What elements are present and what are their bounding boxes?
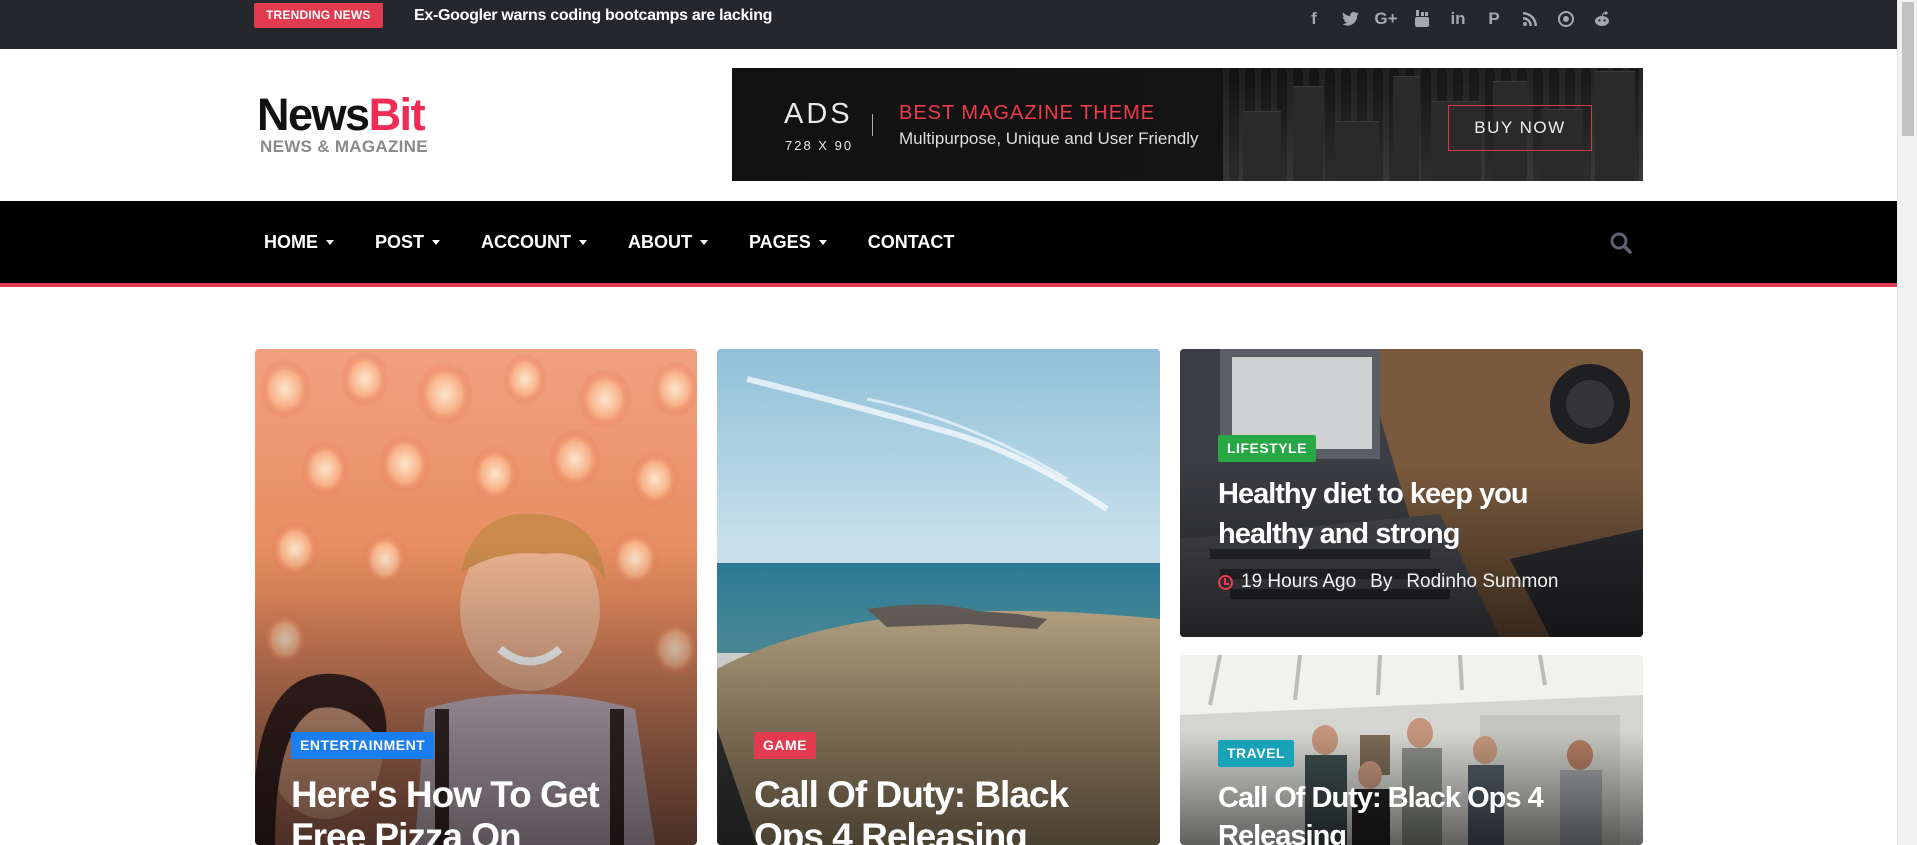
github-icon[interactable] <box>1548 7 1584 31</box>
nav-item-account[interactable]: ACCOUNT <box>481 231 588 253</box>
nav-item-post[interactable]: POST <box>375 231 441 253</box>
google-plus-icon[interactable]: G+ <box>1368 7 1404 31</box>
post-title-line: healthy and strong <box>1218 518 1460 550</box>
ad-size-label: ADS <box>784 98 853 130</box>
featured-post-card[interactable]: TRAVEL Call Of Duty: Black Ops 4 Releasi… <box>1180 655 1643 845</box>
nav-item-label: ABOUT <box>628 232 693 252</box>
search-icon[interactable] <box>1610 232 1632 254</box>
ad-divider <box>872 114 873 136</box>
post-title[interactable]: Here's How To Get Free Pizza On <box>291 774 600 845</box>
nav-item-about[interactable]: ABOUT <box>628 231 709 253</box>
pinterest-icon[interactable]: P <box>1476 7 1512 31</box>
trending-label: TRENDING NEWS <box>254 3 383 28</box>
site-logo[interactable]: NewsBit NEWS & MAGAZINE <box>257 89 428 156</box>
featured-post-card[interactable]: ENTERTAINMENT Here's How To Get Free Piz… <box>255 349 697 845</box>
post-time: 19 Hours Ago <box>1241 571 1357 592</box>
post-title[interactable]: Call Of Duty: Black Ops 4 Releasing <box>754 774 1069 845</box>
youtube-icon[interactable] <box>1404 7 1440 31</box>
reddit-icon[interactable] <box>1584 7 1620 31</box>
nav-item-pages[interactable]: PAGES <box>749 231 827 253</box>
post-title-line: Ops 4 Releasing <box>754 816 1028 845</box>
nav-item-label: ACCOUNT <box>481 232 572 252</box>
ad-subline: Multipurpose, Unique and User Friendly <box>899 129 1199 148</box>
buy-now-button[interactable]: BUY NOW <box>1448 105 1592 151</box>
post-title-line: Releasing <box>1218 820 1347 845</box>
post-title-line: Free Pizza On <box>291 816 522 845</box>
caret-down-icon <box>579 239 588 245</box>
post-meta: 19 Hours Ago By Rodinho Summon <box>1218 571 1558 593</box>
social-links: f G+ in P <box>1296 7 1620 31</box>
post-title-line: Call Of Duty: Black <box>754 774 1069 815</box>
facebook-icon[interactable]: f <box>1296 7 1332 31</box>
logo-text-news: News <box>257 89 370 140</box>
scrollbar-thumb[interactable] <box>1902 2 1914 136</box>
post-by: By <box>1370 571 1393 592</box>
post-title[interactable]: Call Of Duty: Black Ops 4 Releasing <box>1218 779 1544 845</box>
logo-text-bit: Bit <box>368 89 426 140</box>
category-badge[interactable]: GAME <box>754 732 816 759</box>
category-badge[interactable]: LIFESTYLE <box>1218 435 1316 462</box>
caret-down-icon <box>326 239 334 245</box>
nav-item-label: PAGES <box>749 232 811 252</box>
category-badge[interactable]: TRAVEL <box>1218 740 1294 767</box>
post-title-line: Healthy diet to keep you <box>1218 478 1529 510</box>
category-badge[interactable]: ENTERTAINMENT <box>291 732 435 759</box>
clock-icon <box>1218 574 1233 590</box>
ad-banner[interactable]: ADS 728 X 90 BEST MAGAZINE THEME Multipu… <box>732 68 1643 181</box>
trending-headline-link[interactable]: Ex-Googler warns coding bootcamps are la… <box>414 6 772 26</box>
post-title-line: Here's How To Get <box>291 774 600 815</box>
ad-headline: BEST MAGAZINE THEME <box>899 102 1156 124</box>
nav-item-contact[interactable]: CONTACT <box>868 231 955 253</box>
caret-down-icon <box>700 239 709 245</box>
post-title[interactable]: Healthy diet to keep you healthy and str… <box>1218 474 1529 554</box>
ad-size-dims: 728 X 90 <box>785 138 854 153</box>
rss-icon[interactable] <box>1512 7 1548 31</box>
caret-down-icon <box>818 239 827 245</box>
twitter-icon[interactable] <box>1332 7 1368 31</box>
nav-item-label: HOME <box>264 232 318 252</box>
caret-down-icon <box>432 239 441 245</box>
linkedin-icon[interactable]: in <box>1440 7 1476 31</box>
post-title-line: Call Of Duty: Black Ops 4 <box>1218 782 1544 814</box>
nav-item-home[interactable]: HOME <box>264 231 334 253</box>
top-bar: TRENDING NEWS Ex-Googler warns coding bo… <box>0 0 1897 49</box>
featured-post-card[interactable]: GAME Call Of Duty: Black Ops 4 Releasing <box>717 349 1160 845</box>
post-author-link[interactable]: Rodinho Summon <box>1406 571 1558 593</box>
nav-item-label: POST <box>375 232 425 252</box>
page-scrollbar[interactable] <box>1897 0 1917 845</box>
nav-item-label: CONTACT <box>867 232 955 252</box>
logo-tagline: NEWS & MAGAZINE <box>260 137 428 156</box>
featured-post-card[interactable]: LIFESTYLE Healthy diet to keep you healt… <box>1180 349 1643 637</box>
